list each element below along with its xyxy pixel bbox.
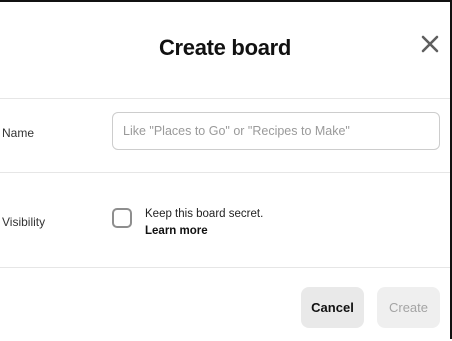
cancel-button[interactable]: Cancel <box>301 287 364 328</box>
close-button[interactable] <box>414 28 446 60</box>
create-board-dialog: Create board Name Visibility Keep this b… <box>0 0 452 339</box>
dialog-header: Create board <box>0 2 450 99</box>
name-label: Name <box>2 126 35 140</box>
secret-checkbox-label: Keep this board secret. <box>145 208 264 220</box>
secret-checkbox[interactable] <box>112 208 132 228</box>
visibility-row: Visibility Keep this board secret. Learn… <box>0 173 450 268</box>
name-row: Name <box>0 98 450 173</box>
secret-checkbox-text: Keep this board secret. Learn more <box>145 206 263 240</box>
board-name-input[interactable] <box>112 112 440 150</box>
create-button[interactable]: Create <box>377 287 440 328</box>
dialog-footer: Cancel Create <box>0 268 450 341</box>
close-icon <box>421 35 439 53</box>
dialog-title: Create board <box>158 35 292 60</box>
learn-more-link[interactable]: Learn more <box>145 223 263 240</box>
visibility-label: Visibility <box>2 215 46 229</box>
